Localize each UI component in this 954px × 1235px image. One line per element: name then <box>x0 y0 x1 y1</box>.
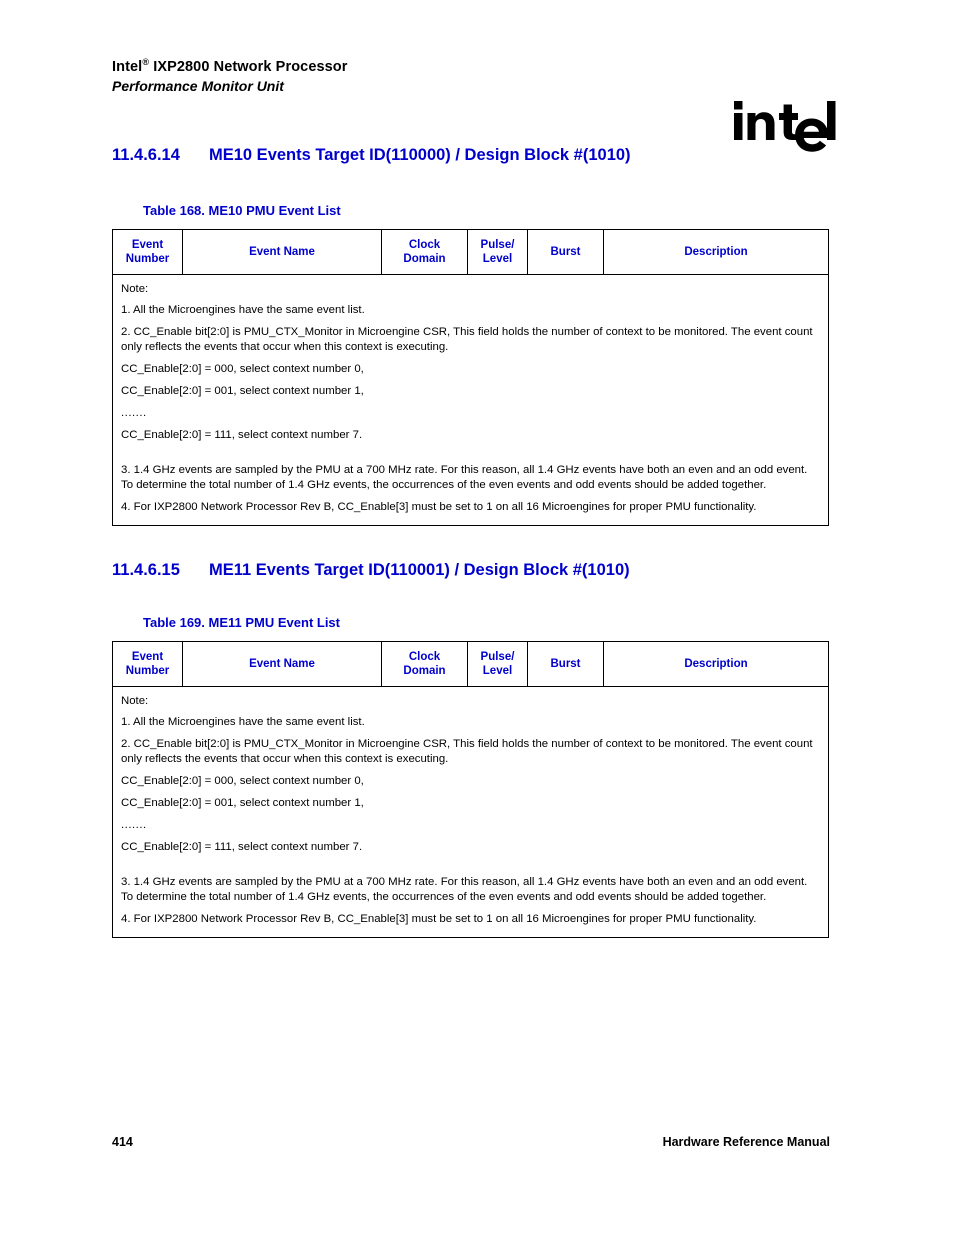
note-ellipsis: ....... <box>121 407 147 420</box>
section-title: ME10 Events Target ID(110000) / Design B… <box>209 146 631 164</box>
note-label: Note: <box>121 695 149 707</box>
table-header-row: Event Number Event Name Clock Domain Pul… <box>113 230 828 275</box>
column-header-line: Domain <box>403 253 446 265</box>
section-heading-11-4-6-15: 11.4.6.15 ME11 Events Target ID(110001) /… <box>112 561 630 580</box>
column-header-line: Level <box>482 253 513 265</box>
registered-mark-icon: ® <box>142 57 150 68</box>
column-header-event-number: Event Number <box>113 642 183 686</box>
column-header-description: Description <box>604 230 828 274</box>
note-item-2: 2. CC_Enable bit[2:0] is PMU_CTX_Monitor… <box>121 738 813 766</box>
column-header-line: Clock <box>408 650 441 663</box>
note-cc-enable-111: CC_Enable[2:0] = 111, select context num… <box>121 429 363 442</box>
note-item-2: 2. CC_Enable bit[2:0] is PMU_CTX_Monitor… <box>121 326 813 354</box>
note-cc-enable-001: CC_Enable[2:0] = 001, select context num… <box>121 797 364 810</box>
column-header-burst: Burst <box>528 642 604 686</box>
column-header-line: Domain <box>403 665 446 677</box>
column-header-line: Description <box>684 245 748 258</box>
column-header-clock-domain: Clock Domain <box>382 642 468 686</box>
table-caption-169: Table 169. ME11 PMU Event List <box>143 615 340 630</box>
pmu-event-table-168: Event Number Event Name Clock Domain Pul… <box>112 229 829 526</box>
note-item-4: 4. For IXP2800 Network Processor Rev B, … <box>121 501 757 514</box>
column-header-line: Event <box>131 650 164 663</box>
note-cc-enable-001: CC_Enable[2:0] = 001, select context num… <box>121 385 364 398</box>
document-page: Intel® IXP2800 Network Processor Perform… <box>0 0 954 1235</box>
column-header-line: Clock <box>408 238 441 251</box>
column-header-event-number: Event Number <box>113 230 183 274</box>
pmu-event-table-169: Event Number Event Name Clock Domain Pul… <box>112 641 829 938</box>
column-header-line: Event Name <box>249 245 315 258</box>
column-header-line: Level <box>482 665 513 677</box>
column-header-line: Event <box>131 238 164 251</box>
note-item-4: 4. For IXP2800 Network Processor Rev B, … <box>121 913 757 926</box>
intel-logo <box>732 96 836 154</box>
header-product-name: IXP2800 Network Processor <box>153 59 348 75</box>
note-item-3: 3. 1.4 GHz events are sampled by the PMU… <box>121 876 808 904</box>
column-header-description: Description <box>604 642 828 686</box>
column-header-burst: Burst <box>528 230 604 274</box>
column-header-event-name: Event Name <box>183 642 382 686</box>
column-header-line: Burst <box>550 245 581 258</box>
column-header-line: Pulse/ <box>480 238 515 251</box>
footer-page-number: 414 <box>112 1135 133 1149</box>
note-item-3: 3. 1.4 GHz events are sampled by the PMU… <box>121 464 808 492</box>
header-product-line: Intel® IXP2800 Network Processor <box>112 58 348 76</box>
table-caption-168: Table 168. ME10 PMU Event List <box>143 203 341 218</box>
column-header-event-name: Event Name <box>183 230 382 274</box>
note-cc-enable-000: CC_Enable[2:0] = 000, select context num… <box>121 775 364 788</box>
column-header-line: Number <box>125 253 170 265</box>
note-cc-enable-111: CC_Enable[2:0] = 111, select context num… <box>121 841 363 854</box>
note-cc-enable-000: CC_Enable[2:0] = 000, select context num… <box>121 363 364 376</box>
section-heading-11-4-6-14: 11.4.6.14 ME10 Events Target ID(110000) /… <box>112 146 631 165</box>
table-note-body: Note: 1. All the Microengines have the s… <box>113 275 828 525</box>
column-header-line: Event Name <box>249 657 315 670</box>
footer-manual-title: Hardware Reference Manual <box>662 1135 830 1149</box>
table-note-body: Note: 1. All the Microengines have the s… <box>113 687 828 937</box>
column-header-pulse-level: Pulse/ Level <box>468 642 528 686</box>
column-header-clock-domain: Clock Domain <box>382 230 468 274</box>
column-header-line: Number <box>125 665 170 677</box>
table-header-row: Event Number Event Name Clock Domain Pul… <box>113 642 828 687</box>
note-ellipsis: ....... <box>121 819 147 832</box>
note-label: Note: <box>121 283 149 295</box>
column-header-line: Burst <box>550 657 581 670</box>
note-item-1: 1. All the Microengines have the same ev… <box>121 716 365 729</box>
document-running-header: Intel® IXP2800 Network Processor Perform… <box>112 58 348 96</box>
column-header-line: Description <box>684 657 748 670</box>
column-header-pulse-level: Pulse/ Level <box>468 230 528 274</box>
header-brand: Intel <box>112 59 143 75</box>
column-header-line: Pulse/ <box>480 650 515 663</box>
section-number: 11.4.6.14 <box>112 146 180 164</box>
header-subtitle: Performance Monitor Unit <box>112 78 284 95</box>
section-number: 11.4.6.15 <box>112 561 180 579</box>
section-title: ME11 Events Target ID(110001) / Design B… <box>209 561 630 579</box>
note-item-1: 1. All the Microengines have the same ev… <box>121 304 365 317</box>
